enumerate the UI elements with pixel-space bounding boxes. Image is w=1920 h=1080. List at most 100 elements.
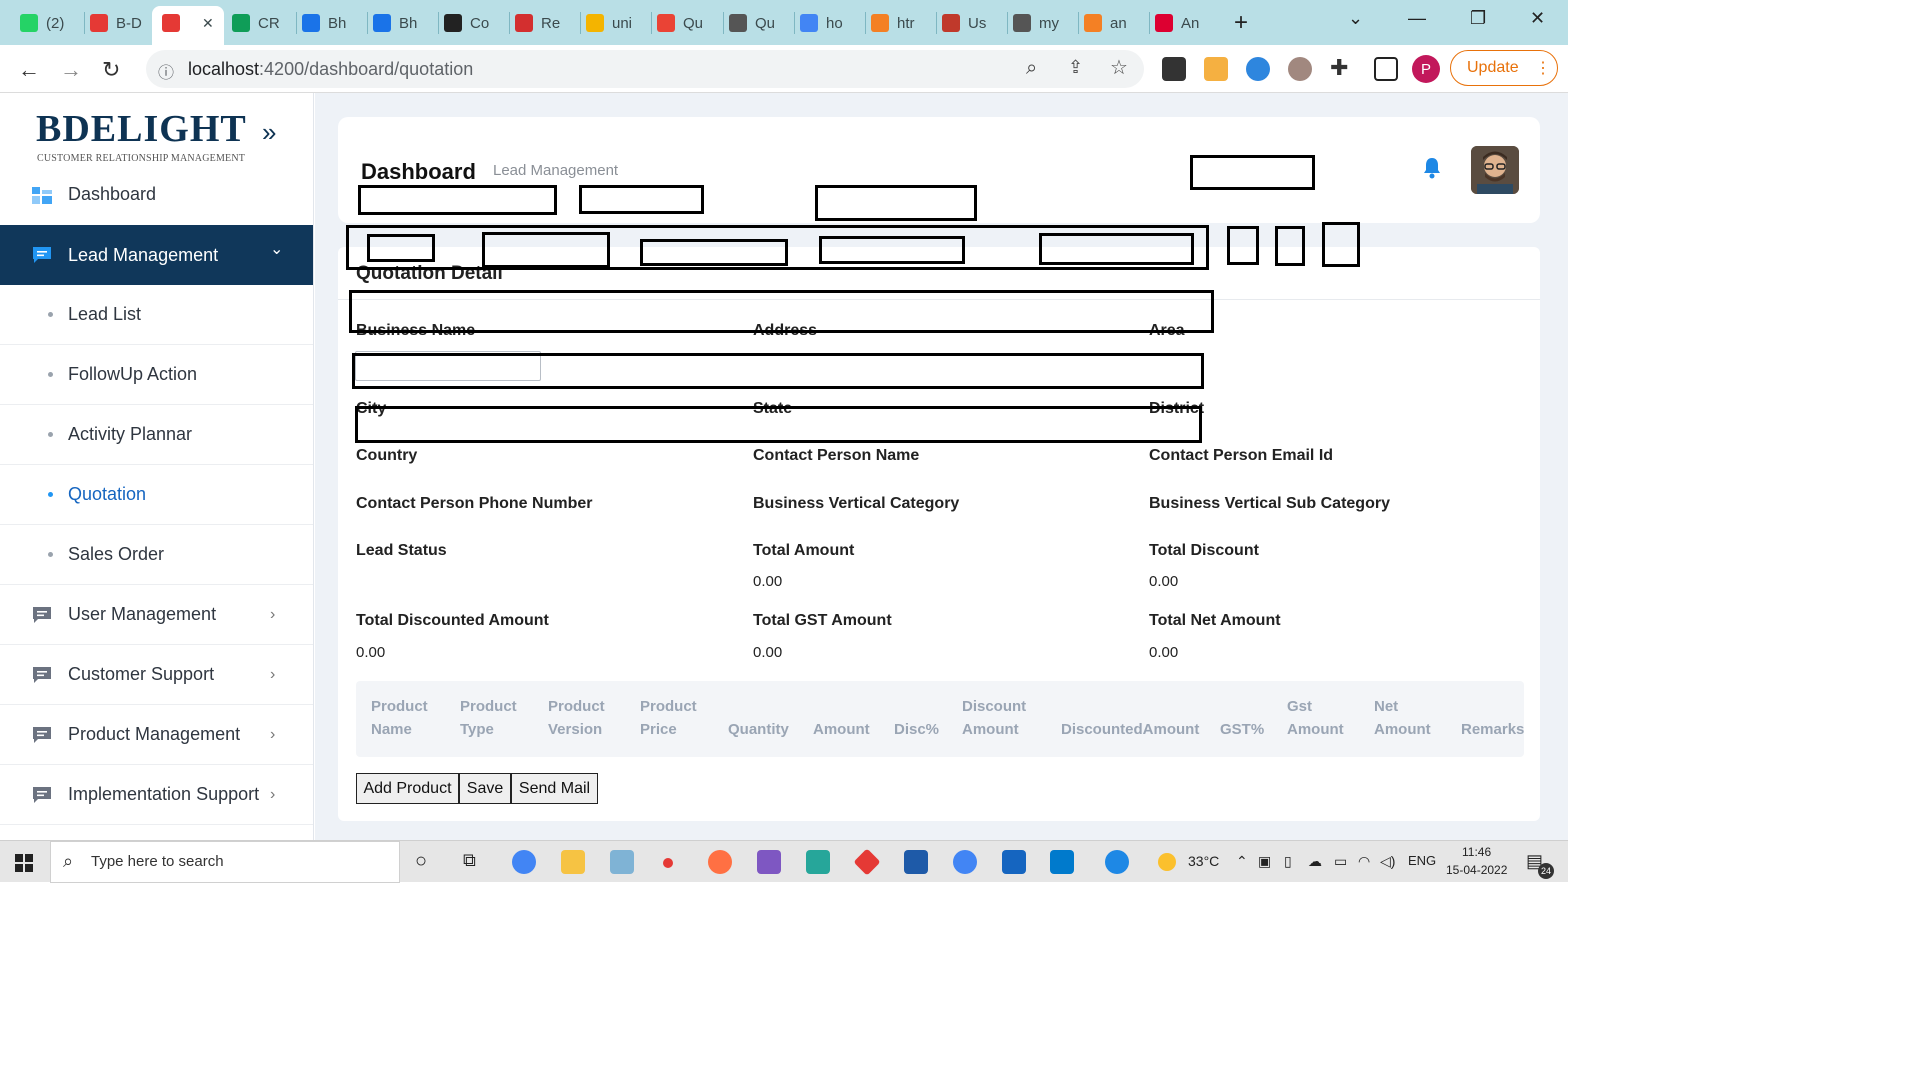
language-indicator[interactable]: ENG: [1408, 853, 1436, 868]
maximize-icon[interactable]: ❐: [1470, 8, 1486, 29]
clock-time[interactable]: 11:46: [1462, 845, 1491, 859]
taskbar-search-box[interactable]: ⌕ Type here to search: [50, 841, 400, 883]
visual-studio-icon[interactable]: [757, 850, 781, 874]
browser-tab[interactable]: CR: [232, 8, 280, 38]
browser-tab[interactable]: Bh: [373, 8, 417, 38]
send-mail-button[interactable]: Send Mail: [511, 773, 598, 804]
tray-icon[interactable]: ▯: [1284, 853, 1292, 870]
windows-start-icon[interactable]: [15, 854, 33, 872]
app-icon[interactable]: [806, 850, 830, 874]
browser-tab[interactable]: an: [1084, 8, 1127, 38]
update-button[interactable]: Update ⋮: [1450, 50, 1558, 86]
total-amount-value: 0.00: [753, 573, 783, 590]
redaction-box: [1190, 155, 1315, 190]
save-button[interactable]: Save: [459, 773, 511, 804]
url-host: localhost: [188, 59, 260, 79]
security-icon[interactable]: [1002, 850, 1026, 874]
close-window-icon[interactable]: ✕: [1530, 8, 1545, 29]
contact-person-email-label: Contact Person Email Id: [1149, 447, 1334, 464]
extensions-puzzle-icon[interactable]: ✚: [1330, 55, 1348, 81]
browser-tab-title: Qu: [683, 14, 704, 32]
clock-date[interactable]: 15-04-2022: [1446, 863, 1507, 877]
browser-tab[interactable]: Qu: [729, 8, 775, 38]
file-explorer-icon[interactable]: [561, 850, 585, 874]
profile-avatar[interactable]: P: [1412, 55, 1440, 83]
tab-separator: [509, 12, 510, 34]
sidebar-item-sales-order[interactable]: Sales Order: [0, 525, 313, 585]
chrome-icon[interactable]: [512, 850, 536, 874]
browser-tab[interactable]: ✕: [162, 8, 214, 38]
back-icon[interactable]: ←: [18, 57, 40, 83]
tray-icon[interactable]: ▣: [1258, 853, 1271, 870]
extension-icon[interactable]: [1162, 57, 1186, 81]
browser-tab[interactable]: (2): [20, 8, 64, 38]
extension-icon[interactable]: [1204, 57, 1228, 81]
app-icon[interactable]: [853, 848, 881, 876]
browser-tab[interactable]: Us: [942, 8, 986, 38]
bullet-icon: [48, 552, 53, 557]
reload-icon[interactable]: ↻: [102, 57, 120, 83]
share-icon[interactable]: ⇪: [1068, 57, 1083, 78]
tab-search-icon[interactable]: ⌄: [1348, 8, 1363, 29]
drive-icon: [586, 14, 604, 32]
browser-tab[interactable]: ho: [800, 8, 843, 38]
total-gst-amount-label: Total GST Amount: [753, 612, 892, 629]
breadcrumb[interactable]: Lead Management: [493, 162, 618, 179]
sidebar-item-followup-action[interactable]: FollowUp Action: [0, 345, 313, 405]
speaker-icon[interactable]: ◁): [1380, 853, 1395, 870]
browser-tab[interactable]: Co: [444, 8, 489, 38]
minimize-icon[interactable]: —: [1408, 8, 1426, 29]
user-avatar[interactable]: [1471, 146, 1519, 194]
sidebar-item-user-management[interactable]: User Management ›: [0, 585, 313, 645]
zoom-icon[interactable]: ⌕: [1026, 57, 1037, 80]
browser-tab[interactable]: Re: [515, 8, 560, 38]
recording-icon[interactable]: [663, 858, 673, 868]
sidebar-item-product-management[interactable]: Product Management ›: [0, 705, 313, 765]
browser-tab[interactable]: An: [1155, 8, 1199, 38]
sidebar-item-lead-list[interactable]: Lead List: [0, 285, 313, 345]
weather-sun-icon[interactable]: [1158, 853, 1176, 871]
add-product-button[interactable]: Add Product: [356, 773, 459, 804]
wifi-icon[interactable]: ◠: [1358, 853, 1370, 870]
vscode-icon[interactable]: [1050, 850, 1074, 874]
tab-separator: [580, 12, 581, 34]
side-panel-icon[interactable]: [1374, 57, 1398, 81]
notification-bell-icon[interactable]: [1422, 157, 1442, 179]
cloud-icon[interactable]: ☁: [1308, 853, 1322, 870]
close-tab-icon[interactable]: ✕: [202, 15, 214, 32]
browser-tab[interactable]: htr: [871, 8, 915, 38]
task-view-icon[interactable]: ⧉: [463, 850, 476, 871]
browser-tab[interactable]: Bh: [302, 8, 346, 38]
sidebar-collapse-icon[interactable]: »: [262, 117, 276, 148]
chevron-up-icon[interactable]: ⌃: [1236, 853, 1248, 870]
more-menu-icon[interactable]: ⋮: [1535, 58, 1551, 78]
cortana-icon[interactable]: ○: [415, 850, 427, 873]
browser-tab[interactable]: B-D: [90, 8, 142, 38]
sidebar-item-customer-support[interactable]: Customer Support ›: [0, 645, 313, 705]
chrome-icon[interactable]: [953, 850, 977, 874]
browser-tab[interactable]: my: [1013, 8, 1059, 38]
redaction-box: [579, 185, 704, 214]
extension-icon[interactable]: [1246, 57, 1270, 81]
word-icon[interactable]: [904, 850, 928, 874]
browser-tab[interactable]: uni: [586, 8, 632, 38]
battery-icon[interactable]: ▭: [1334, 853, 1347, 870]
forward-icon[interactable]: →: [60, 57, 82, 83]
sidebar-item-dashboard[interactable]: Dashboard: [0, 165, 313, 205]
browser-tab[interactable]: Qu: [657, 8, 703, 38]
postman-icon[interactable]: [708, 850, 732, 874]
sidebar-item-activity-plannar[interactable]: Activity Plannar: [0, 405, 313, 465]
extension-icon[interactable]: [1288, 57, 1312, 81]
weather-temperature[interactable]: 33°C: [1188, 853, 1219, 869]
help-icon[interactable]: [1105, 850, 1129, 874]
sidebar-item-implementation-support[interactable]: Implementation Support ›: [0, 765, 313, 825]
bookmark-star-icon[interactable]: ☆: [1110, 55, 1128, 80]
app-icon[interactable]: [610, 850, 634, 874]
url-text[interactable]: localhost:4200/dashboard/quotation: [188, 59, 473, 80]
sidebar-item-label: Dashboard: [68, 184, 157, 204]
sidebar-item-lead-management[interactable]: Lead Management ⌄: [0, 225, 313, 285]
url-bar[interactable]: ⓘ localhost:4200/dashboard/quotation ⌕ ⇪…: [146, 50, 1144, 88]
new-tab-button[interactable]: +: [1234, 8, 1248, 38]
site-info-icon[interactable]: ⓘ: [158, 59, 174, 83]
sidebar-item-quotation[interactable]: Quotation: [0, 465, 313, 525]
